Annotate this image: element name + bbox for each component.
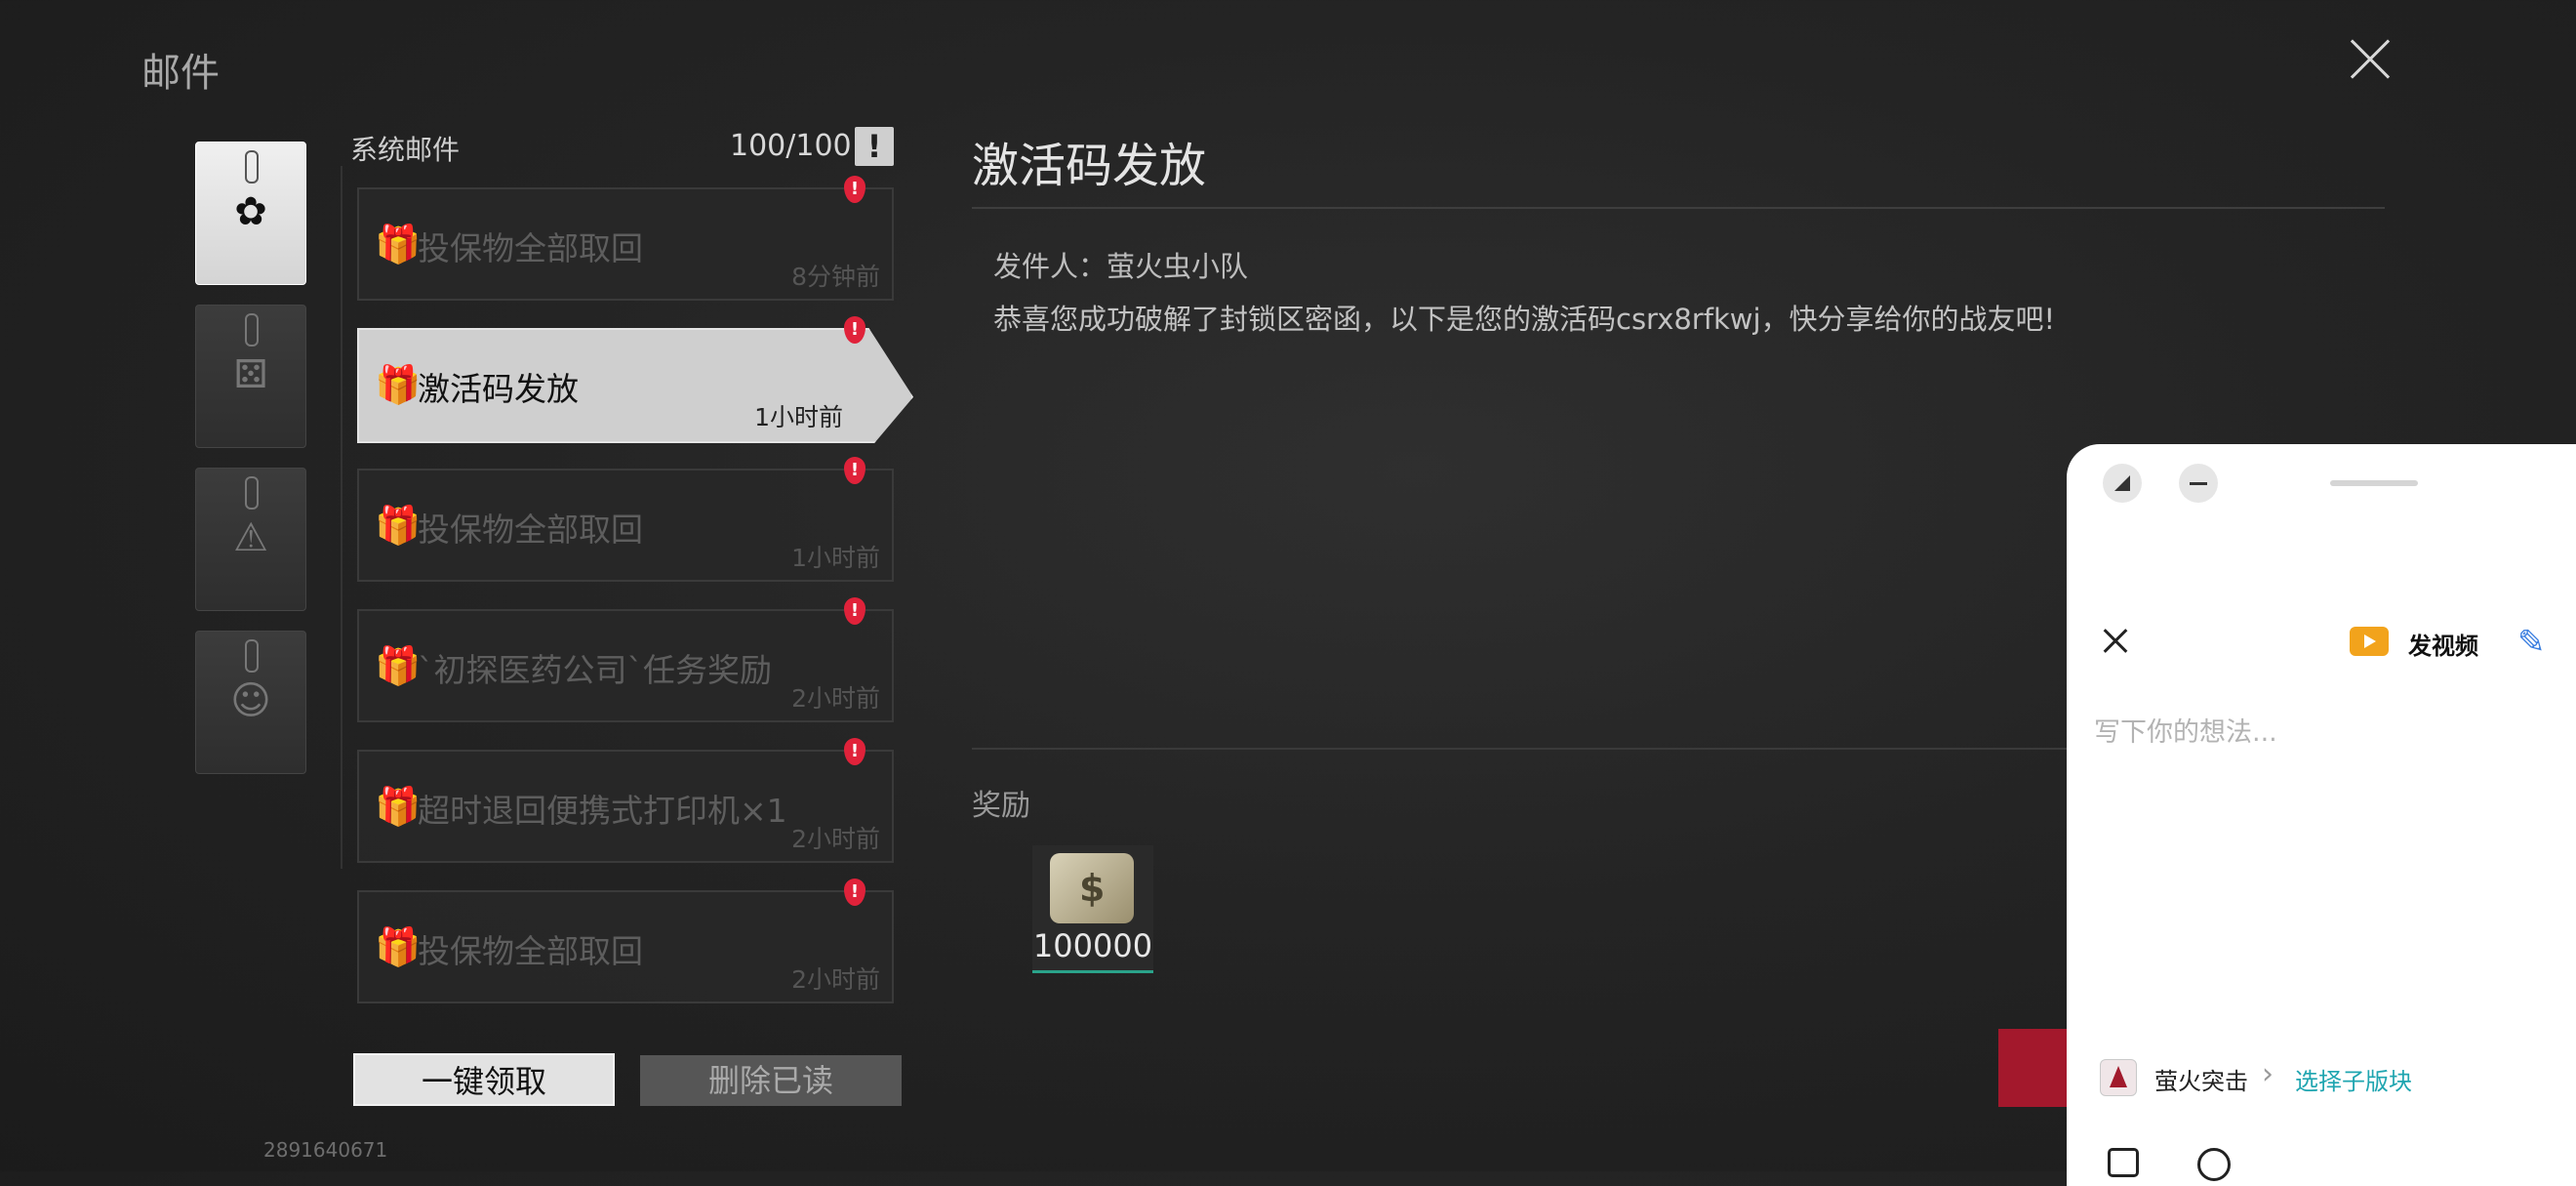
- mail-subject: `初探医药公司`任务奖励: [418, 651, 772, 689]
- mail-item-selected[interactable]: 🎁 激活码发放 1小时前: [357, 328, 913, 443]
- clip-ring: [245, 639, 259, 673]
- compose-input[interactable]: [2094, 703, 2553, 761]
- category-tab-warning[interactable]: ⚠: [195, 468, 306, 611]
- video-icon[interactable]: [2350, 627, 2389, 656]
- mail-time: 8分钟前: [791, 263, 880, 291]
- gift-icon: 🎁: [375, 785, 422, 828]
- delete-read-button[interactable]: 删除已读: [640, 1055, 902, 1106]
- gift-icon: 🎁: [375, 925, 422, 968]
- emoji-icon[interactable]: [2197, 1148, 2231, 1181]
- divider: [972, 207, 2385, 209]
- mail-list-title: 系统邮件: [350, 134, 461, 166]
- category-tab-system[interactable]: ✿: [195, 142, 306, 285]
- category-tab-friends[interactable]: ⚄: [195, 305, 306, 448]
- mail-item[interactable]: 🎁 投保物全部取回 2小时前: [357, 890, 894, 1003]
- post-video-button[interactable]: 发视频: [2408, 627, 2478, 661]
- divider: [341, 166, 342, 869]
- mail-item[interactable]: 🎁 超时退回便携式打印机×1 2小时前: [357, 750, 894, 863]
- clip-ring: [245, 150, 259, 184]
- gift-icon: 🎁: [375, 223, 422, 266]
- user-id: 2891640671: [263, 1138, 388, 1162]
- mail-body: 恭喜您成功破解了封锁区密函，以下是您的激活码csrx8rfkwj，快分享给你的战…: [993, 303, 2056, 336]
- mail-subject: 投保物全部取回: [418, 932, 643, 970]
- page-title: 邮件: [141, 51, 220, 96]
- clip-ring: [245, 476, 259, 510]
- mail-time: 2小时前: [791, 965, 880, 994]
- mail-count: 100/100: [730, 129, 852, 163]
- mail-item[interactable]: 🎁 `初探医药公司`任务奖励 2小时前: [357, 609, 894, 722]
- mail-item[interactable]: 🎁 投保物全部取回 1小时前: [357, 469, 894, 582]
- select-subforum-link[interactable]: 选择子版块: [2295, 1062, 2412, 1096]
- mail-subject: 投保物全部取回: [418, 229, 643, 267]
- close-icon[interactable]: [2096, 621, 2135, 660]
- reward-label: 奖励: [972, 789, 1030, 823]
- character-icon: ☺: [230, 678, 271, 723]
- mail-sender: 发件人：萤火虫小队: [993, 250, 1249, 283]
- mail-time: 2小时前: [791, 825, 880, 853]
- mail-time: 1小时前: [791, 544, 880, 572]
- category-tab-character[interactable]: ☺: [195, 631, 306, 774]
- mail-detail-title: 激活码发放: [972, 139, 1207, 193]
- cash-bundle-icon: [1050, 853, 1134, 923]
- mail-time: 2小时前: [791, 684, 880, 713]
- reward-item[interactable]: 100000: [1032, 845, 1153, 973]
- community-logo-icon: [2100, 1059, 2137, 1096]
- mail-time: 1小时前: [754, 403, 843, 431]
- mail-subject: 超时退回便携式打印机×1: [418, 792, 787, 830]
- community-name[interactable]: 萤火突击: [2154, 1062, 2248, 1096]
- drag-handle[interactable]: [2330, 480, 2418, 486]
- reward-quantity: 100000: [1032, 927, 1153, 964]
- image-icon[interactable]: [2108, 1148, 2139, 1177]
- gift-icon: 🎁: [375, 504, 422, 547]
- warning-icon: ⚠: [233, 515, 268, 560]
- mail-subject: 激活码发放: [418, 370, 579, 408]
- mail-item[interactable]: 🎁 投保物全部取回 8分钟前: [357, 187, 894, 301]
- expand-icon[interactable]: [2103, 464, 2142, 503]
- claim-all-button[interactable]: 一键领取: [353, 1053, 615, 1106]
- minimize-icon[interactable]: [2179, 464, 2218, 503]
- gift-icon: 🎁: [375, 363, 422, 406]
- mail-subject: 投保物全部取回: [418, 511, 643, 549]
- pen-icon[interactable]: ✎: [2517, 623, 2546, 662]
- clip-ring: [245, 313, 259, 347]
- claim-button[interactable]: [1998, 1029, 2076, 1107]
- gear-flower-icon: ✿: [234, 189, 267, 234]
- close-button[interactable]: [2336, 25, 2404, 94]
- dice-icon: ⚄: [233, 352, 268, 397]
- chevron-right-icon: ›: [2262, 1057, 2274, 1091]
- gift-icon: 🎁: [375, 644, 422, 687]
- exclamation-icon[interactable]: !: [855, 127, 894, 166]
